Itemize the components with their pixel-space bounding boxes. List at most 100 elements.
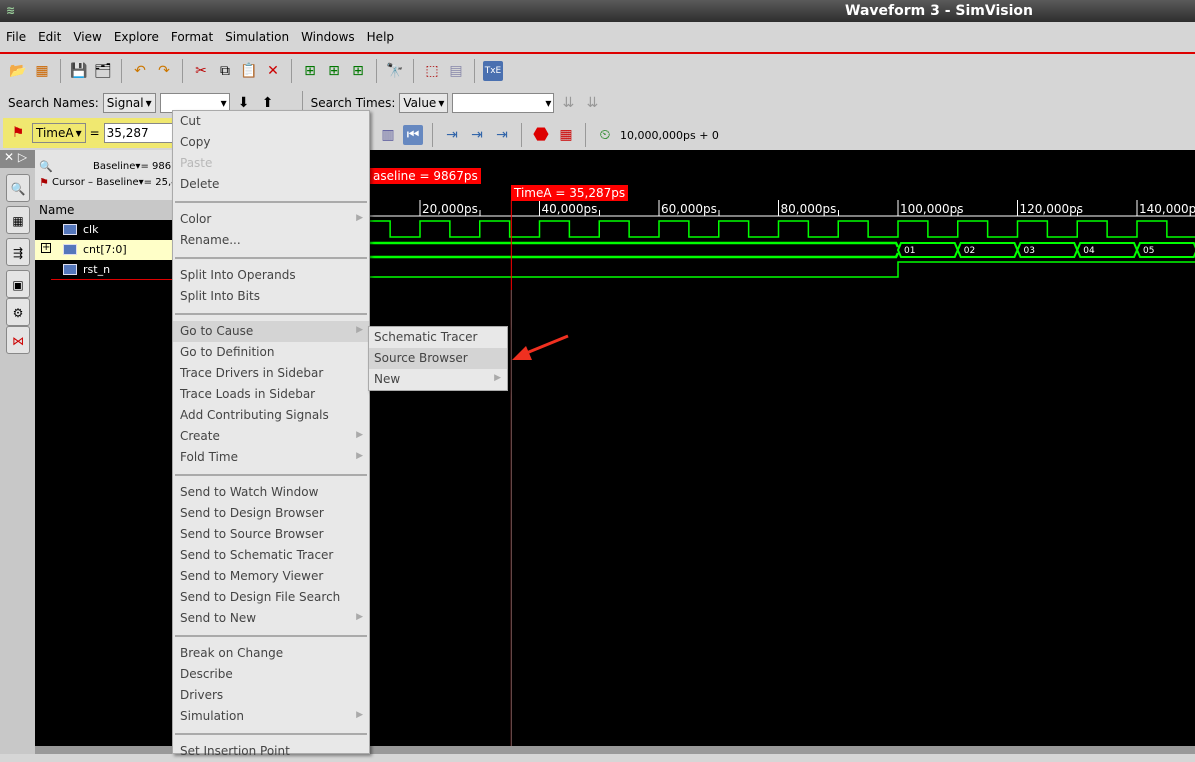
redo-icon[interactable]: ↷: [154, 61, 174, 81]
step-back-icon[interactable]: ⇥: [442, 125, 462, 145]
signal-icon: [63, 224, 77, 235]
step-icon[interactable]: ⇥: [467, 125, 487, 145]
tab-hierarchy[interactable]: ▦: [6, 206, 30, 234]
annotation-arrow: [512, 334, 569, 360]
menu-item-split-into-operands[interactable]: Split Into Operands: [173, 265, 369, 286]
menu-item-break-on-change[interactable]: Break on Change: [173, 643, 369, 664]
save-icon[interactable]: 💾: [69, 61, 89, 81]
cnt-value: 01: [904, 246, 915, 256]
menu-item-label: Send to Memory Viewer: [180, 569, 324, 583]
menu-item-trace-loads-in-sidebar[interactable]: Trace Loads in Sidebar: [173, 384, 369, 405]
menu-item-color[interactable]: Color ▶: [173, 209, 369, 230]
zoom-fit-icon[interactable]: ▥: [378, 125, 398, 145]
waveform-canvas[interactable]: 20,000ps 40,000ps 60,000ps 80,000ps 100,000p…: [370, 150, 1195, 746]
trace-forward-icon[interactable]: ⊞: [324, 61, 344, 81]
undo-icon[interactable]: ↶: [130, 61, 150, 81]
cursor-name: TimeA: [36, 126, 74, 140]
menu-item-label: Create: [180, 429, 220, 443]
menu-item-send-to-new[interactable]: Send to New ▶: [173, 608, 369, 629]
menu-item-send-to-memory-viewer[interactable]: Send to Memory Viewer: [173, 566, 369, 587]
stop-icon[interactable]: ⬣: [531, 125, 551, 145]
menu-item-create[interactable]: Create ▶: [173, 426, 369, 447]
menu-item-label: Fold Time: [180, 450, 238, 464]
submenu-arrow-icon: ▶: [356, 451, 363, 461]
title-bar: ≋ Waveform 3 - SimVision: [0, 0, 1195, 22]
search-time-back-icon[interactable]: ⇊: [558, 93, 578, 113]
menu-windows[interactable]: Windows: [295, 26, 361, 50]
tick-label: 60,000ps: [661, 202, 717, 216]
menu-item-simulation[interactable]: Simulation ▶: [173, 706, 369, 727]
tab-design-browser[interactable]: 🔍: [6, 174, 30, 202]
open-icon[interactable]: 📂: [8, 61, 28, 81]
trace-back-icon[interactable]: ⊞: [348, 61, 368, 81]
menu-item-fold-time[interactable]: Fold Time ▶: [173, 447, 369, 468]
signal-name: clk: [83, 223, 99, 236]
menu-view[interactable]: View: [67, 26, 107, 50]
menu-edit[interactable]: Edit: [32, 26, 67, 50]
menu-item-send-to-design-file-search[interactable]: Send to Design File Search: [173, 587, 369, 608]
menu-simulation[interactable]: Simulation: [219, 26, 295, 50]
menu-item-send-to-watch-window[interactable]: Send to Watch Window: [173, 482, 369, 503]
step-end-icon[interactable]: ⇥: [492, 125, 512, 145]
expand-icon[interactable]: +: [41, 243, 51, 253]
open-db-icon[interactable]: ▦: [32, 61, 52, 81]
menu-item-go-to-cause[interactable]: Go to Cause ▶: [173, 321, 369, 342]
menu-item-copy[interactable]: Copy: [173, 132, 369, 153]
tab-properties[interactable]: ⚙: [6, 298, 30, 326]
baseline-label[interactable]: Baseline▾= 9867: [93, 161, 177, 172]
menu-item-paste[interactable]: Paste: [173, 153, 369, 174]
menu-item-send-to-design-browser[interactable]: Send to Design Browser: [173, 503, 369, 524]
menu-item-schematic-tracer[interactable]: Schematic Tracer: [369, 327, 507, 348]
trace-icon[interactable]: ⊞: [300, 61, 320, 81]
signal-name: cnt[7:0]: [83, 243, 127, 256]
menu-item-delete[interactable]: Delete: [173, 174, 369, 195]
menu-item-send-to-schematic-tracer[interactable]: Send to Schematic Tracer: [173, 545, 369, 566]
go-start-icon[interactable]: ⏮: [403, 125, 423, 145]
cursor-marker-tag[interactable]: TimeA = 35,287ps: [511, 185, 629, 201]
cut-icon[interactable]: ✂: [191, 61, 211, 81]
schematic-icon[interactable]: ⬚: [422, 61, 442, 81]
tab-schematic[interactable]: ⇶: [6, 238, 30, 266]
search-times-input[interactable]: ▾: [452, 93, 555, 113]
menu-help[interactable]: Help: [361, 26, 400, 50]
menu-item-split-into-bits[interactable]: Split Into Bits: [173, 286, 369, 307]
menu-item-drivers[interactable]: Drivers: [173, 685, 369, 706]
search-times-type[interactable]: Value ▾: [399, 93, 449, 113]
save-as-icon[interactable]: 🗂: [93, 61, 113, 81]
menu-item-send-to-source-browser[interactable]: Send to Source Browser: [173, 524, 369, 545]
tick-label: 20,000ps: [422, 202, 478, 216]
paste-icon[interactable]: 📋: [239, 61, 259, 81]
signal-icon: [63, 264, 77, 275]
source-icon[interactable]: ▤: [446, 61, 466, 81]
menu-item-trace-drivers-in-sidebar[interactable]: Trace Drivers in Sidebar: [173, 363, 369, 384]
menu-item-label: Drivers: [180, 688, 224, 702]
menu-item-set-insertion-point[interactable]: Set Insertion Point: [173, 741, 369, 762]
menu-item-describe[interactable]: Describe: [173, 664, 369, 685]
menu-explore[interactable]: Explore: [108, 26, 165, 50]
delete-icon[interactable]: ✕: [263, 61, 283, 81]
menu-item-rename[interactable]: Rename...: [173, 230, 369, 251]
cursor-baseline-label[interactable]: Cursor – Baseline▾= 25,42: [52, 177, 184, 188]
cursor-select[interactable]: TimeA ▾: [32, 123, 86, 143]
menu-item-new[interactable]: New ▶: [369, 369, 507, 390]
menu-item-source-browser[interactable]: Source Browser: [369, 348, 507, 369]
copy-icon[interactable]: ⧉: [215, 61, 235, 81]
menu-item-go-to-definition[interactable]: Go to Definition: [173, 342, 369, 363]
tab-waveform[interactable]: ⋈: [6, 326, 30, 354]
tab-memory[interactable]: ▣: [6, 270, 30, 298]
sidebar-close-icon[interactable]: ✕ ▷: [0, 150, 35, 168]
breakpoint-icon[interactable]: ▦: [556, 125, 576, 145]
search-time-fwd-icon[interactable]: ⇊: [582, 93, 602, 113]
menu-item-add-contributing-signals[interactable]: Add Contributing Signals: [173, 405, 369, 426]
menu-file[interactable]: File: [0, 26, 32, 50]
tick-label: 40,000ps: [542, 202, 598, 216]
baseline-marker-tag[interactable]: aseline = 9867ps: [370, 168, 481, 184]
cursor-flag-icon[interactable]: ⚑: [8, 123, 28, 143]
menu-format[interactable]: Format: [165, 26, 219, 50]
find-icon[interactable]: 🔭: [385, 61, 405, 81]
search-names-type[interactable]: Signal ▾: [102, 93, 156, 113]
menu-item-label: Schematic Tracer: [374, 330, 478, 344]
menu-item-cut[interactable]: Cut: [173, 111, 369, 132]
baseline-icon[interactable]: 🔍: [39, 160, 53, 173]
txe-icon[interactable]: TxE: [483, 61, 503, 81]
